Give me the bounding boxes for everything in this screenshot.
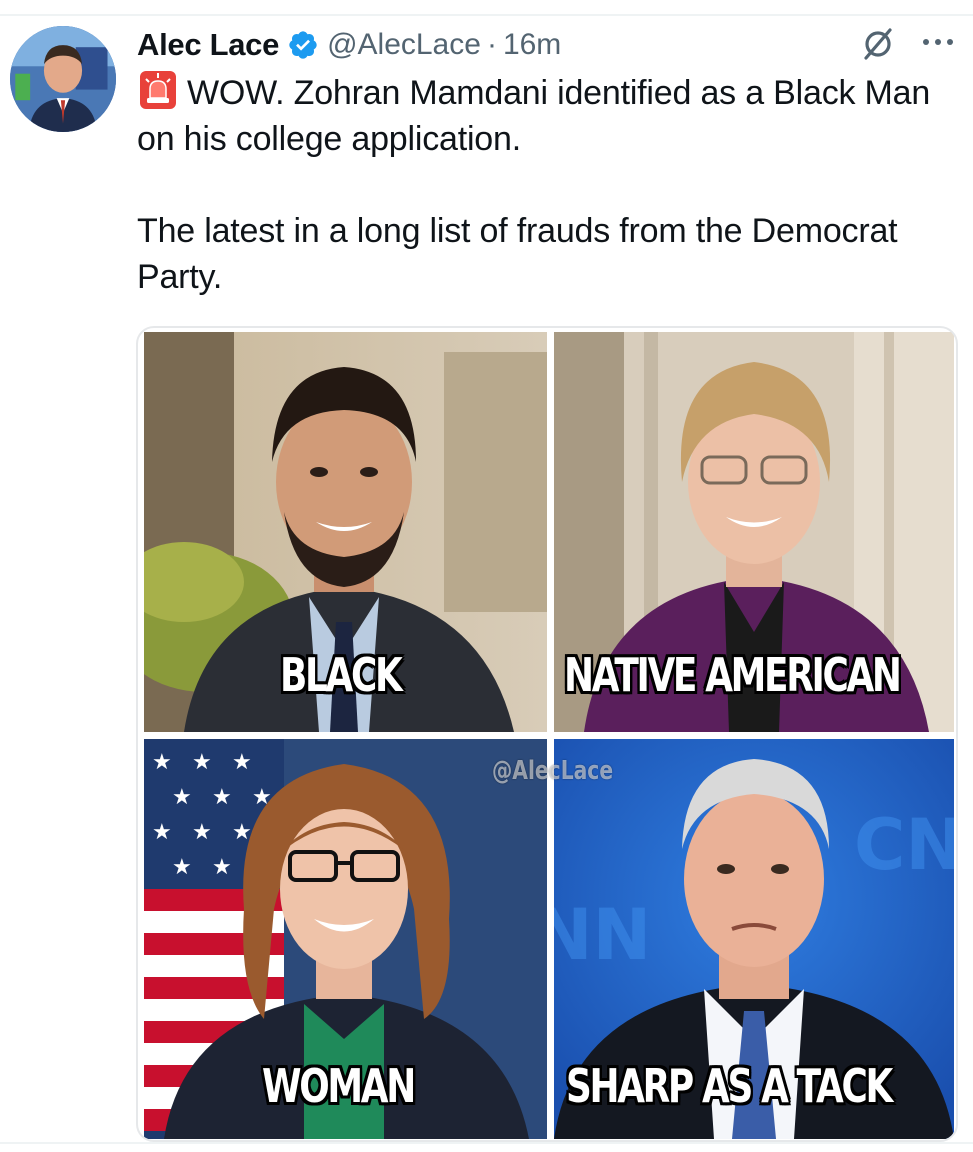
svg-text:★: ★	[152, 820, 172, 845]
more-options-icon[interactable]	[917, 30, 959, 54]
svg-text:★: ★	[232, 820, 252, 845]
caption-native-american: NATIVE AMERICAN	[564, 648, 902, 702]
author-avatar[interactable]	[10, 26, 116, 132]
photo-sharp-as-a-tack: CNN NN SHARP AS A TACK	[554, 739, 954, 1139]
tweet-text-line-2: The latest in a long list of frauds from…	[137, 212, 898, 296]
photo-woman: ★ ★ ★ ★ ★ ★ ★ ★ ★ ★ ★ WOMAN	[144, 739, 547, 1139]
svg-text:★: ★	[172, 785, 192, 810]
tweet-media[interactable]: BLACK NATIVE AMERICAN ★ ★ ★ ★ ★ ★ ★ ★ ★ …	[136, 326, 958, 1142]
tweet-text: WOW. Zohran Mamdani identified as a Blac…	[137, 70, 957, 300]
avatar-photo-icon	[10, 26, 116, 132]
svg-text:★: ★	[152, 750, 172, 775]
svg-text:★: ★	[212, 785, 232, 810]
svg-text:★: ★	[232, 750, 252, 775]
svg-text:★: ★	[192, 820, 212, 845]
svg-text:★: ★	[212, 855, 232, 880]
separator-dot: ·	[486, 28, 497, 61]
timestamp[interactable]: 16m	[503, 28, 561, 62]
watermark: @AlecLace	[492, 756, 614, 786]
caption-sharp-as-a-tack: SHARP AS A TACK	[566, 1059, 893, 1113]
grok-icon[interactable]	[860, 26, 896, 62]
photo-black: BLACK	[144, 332, 547, 732]
verified-badge-icon	[287, 29, 319, 61]
svg-text:★: ★	[192, 750, 212, 775]
svg-text:CNN: CNN	[854, 804, 954, 886]
author-name[interactable]: Alec Lace	[137, 27, 279, 63]
siren-icon	[139, 70, 177, 110]
photo-native-american: NATIVE AMERICAN	[554, 332, 954, 732]
tweet-header: Alec Lace @AlecLace · 16m	[137, 22, 561, 68]
tweet-line-1: WOW. Zohran Mamdani identified as a Blac…	[137, 70, 957, 162]
tweet-text-line-1: WOW. Zohran Mamdani identified as a Blac…	[137, 74, 931, 158]
author-handle[interactable]: @AlecLace	[327, 28, 481, 62]
svg-text:NN: NN	[554, 894, 651, 976]
svg-text:★: ★	[172, 855, 192, 880]
caption-black: BLACK	[280, 648, 403, 702]
caption-woman: WOMAN	[262, 1059, 416, 1113]
